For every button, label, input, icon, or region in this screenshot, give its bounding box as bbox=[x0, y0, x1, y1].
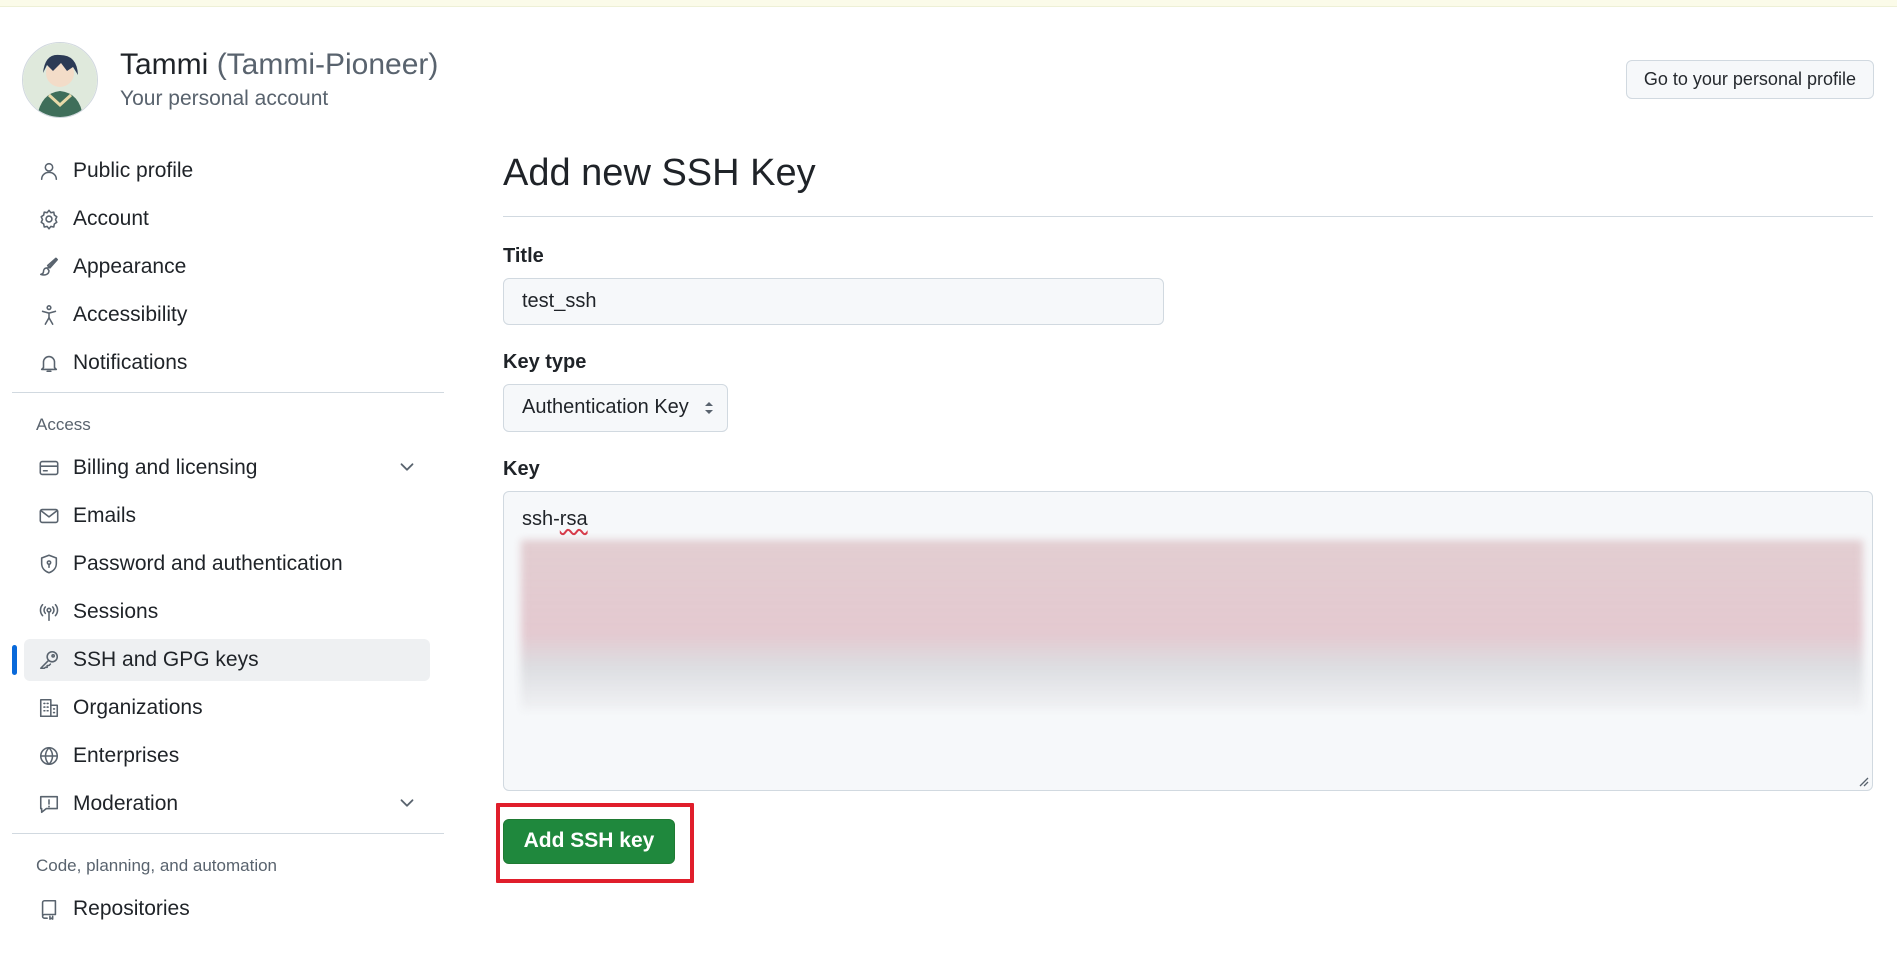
redacted-key-content bbox=[521, 539, 1863, 710]
key-label: Key bbox=[503, 457, 540, 480]
sidebar-divider bbox=[12, 833, 444, 834]
key-icon bbox=[37, 648, 61, 672]
sidebar-section-code: Code, planning, and automation bbox=[36, 856, 278, 875]
add-ssh-key-button[interactable]: Add SSH key bbox=[503, 818, 675, 864]
title-input[interactable] bbox=[503, 277, 1164, 325]
sidebar-item-label: Password and authentication bbox=[73, 552, 343, 575]
repo-icon bbox=[37, 897, 61, 921]
chevron-down-icon[interactable] bbox=[396, 456, 420, 480]
globe-icon bbox=[37, 744, 61, 768]
sidebar-item-label: Enterprises bbox=[73, 744, 180, 767]
credit-card-icon bbox=[37, 456, 61, 480]
sidebar-item-label: Moderation bbox=[73, 792, 179, 815]
avatar[interactable] bbox=[22, 42, 98, 118]
shield-lock-icon bbox=[37, 552, 61, 576]
key-type-value: Authentication Key bbox=[522, 396, 689, 418]
sidebar-item-enterprises[interactable]: Enterprises bbox=[24, 735, 430, 777]
username: (Tammi-Pioneer) bbox=[216, 48, 439, 81]
key-type-select[interactable]: Authentication Key bbox=[503, 383, 728, 432]
sidebar-item-label: Notifications bbox=[73, 351, 188, 374]
title-label: Title bbox=[503, 244, 544, 267]
key-type-label: Key type bbox=[503, 350, 587, 373]
account-subtitle: Your personal account bbox=[120, 87, 329, 110]
sidebar-item-organizations[interactable]: Organizations bbox=[24, 687, 430, 729]
sidebar-item-public-profile[interactable]: Public profile bbox=[24, 150, 430, 192]
sidebar-item-label: Accessibility bbox=[73, 303, 188, 326]
sidebar-item-label: Emails bbox=[73, 504, 137, 527]
key-prefix-misspelled: rsa bbox=[559, 507, 588, 530]
report-icon bbox=[37, 792, 61, 816]
display-name: Tammi bbox=[120, 48, 209, 81]
sidebar-item-emails[interactable]: Emails bbox=[24, 495, 430, 537]
sidebar-item-label: Organizations bbox=[73, 696, 203, 719]
sidebar-item-password-authentication[interactable]: Password and authentication bbox=[24, 543, 430, 585]
sidebar-item-notifications[interactable]: Notifications bbox=[24, 342, 430, 384]
select-arrows-icon bbox=[704, 401, 713, 414]
account-name: Tammi (Tammi-Pioneer) bbox=[120, 48, 438, 82]
sidebar-item-sessions[interactable]: Sessions bbox=[24, 591, 430, 633]
sidebar-item-label: Sessions bbox=[73, 600, 159, 623]
sidebar-item-label: SSH and GPG keys bbox=[73, 648, 259, 671]
sidebar-item-label: Account bbox=[73, 207, 149, 230]
sidebar-item-accessibility[interactable]: Accessibility bbox=[24, 294, 430, 336]
sidebar-item-label: Billing and licensing bbox=[73, 456, 258, 479]
sidebar-item-appearance[interactable]: Appearance bbox=[24, 246, 430, 288]
person-icon bbox=[37, 159, 61, 183]
add-ssh-key-form: Add new SSH Key Title Key type Authentic… bbox=[496, 150, 1873, 893]
sidebar-item-account[interactable]: Account bbox=[24, 198, 430, 240]
sidebar-item-ssh-gpg-keys[interactable]: SSH and GPG keys bbox=[12, 639, 430, 681]
sidebar-section-access: Access bbox=[36, 415, 91, 434]
bell-icon bbox=[37, 351, 61, 375]
accessibility-icon bbox=[37, 303, 61, 327]
sidebar-item-label: Repositories bbox=[73, 897, 190, 920]
page-title: Add new SSH Key bbox=[503, 150, 1873, 217]
sidebar-item-repositories[interactable]: Repositories bbox=[24, 888, 430, 930]
paintbrush-icon bbox=[37, 255, 61, 279]
settings-sidebar: Public profile Account Appearance Access… bbox=[12, 150, 444, 936]
sidebar-item-label: Appearance bbox=[73, 255, 187, 278]
sidebar-item-moderation[interactable]: Moderation bbox=[24, 783, 430, 825]
key-text: ssh-rsa bbox=[522, 508, 588, 531]
key-prefix: ssh- bbox=[522, 507, 560, 530]
gear-icon bbox=[37, 207, 61, 231]
sidebar-item-billing[interactable]: Billing and licensing bbox=[24, 447, 430, 489]
chevron-down-icon[interactable] bbox=[396, 792, 420, 816]
broadcast-icon bbox=[37, 600, 61, 624]
organization-icon bbox=[37, 696, 61, 720]
key-textarea[interactable]: ssh-rsa bbox=[503, 490, 1873, 791]
sidebar-item-label: Public profile bbox=[73, 159, 194, 182]
submit-area: Add SSH key bbox=[496, 802, 1873, 893]
top-banner-strip bbox=[0, 0, 1897, 7]
go-to-profile-button[interactable]: Go to your personal profile bbox=[1625, 60, 1874, 99]
sidebar-divider bbox=[12, 392, 444, 393]
mail-icon bbox=[37, 504, 61, 528]
resize-handle-icon[interactable] bbox=[1857, 775, 1869, 787]
